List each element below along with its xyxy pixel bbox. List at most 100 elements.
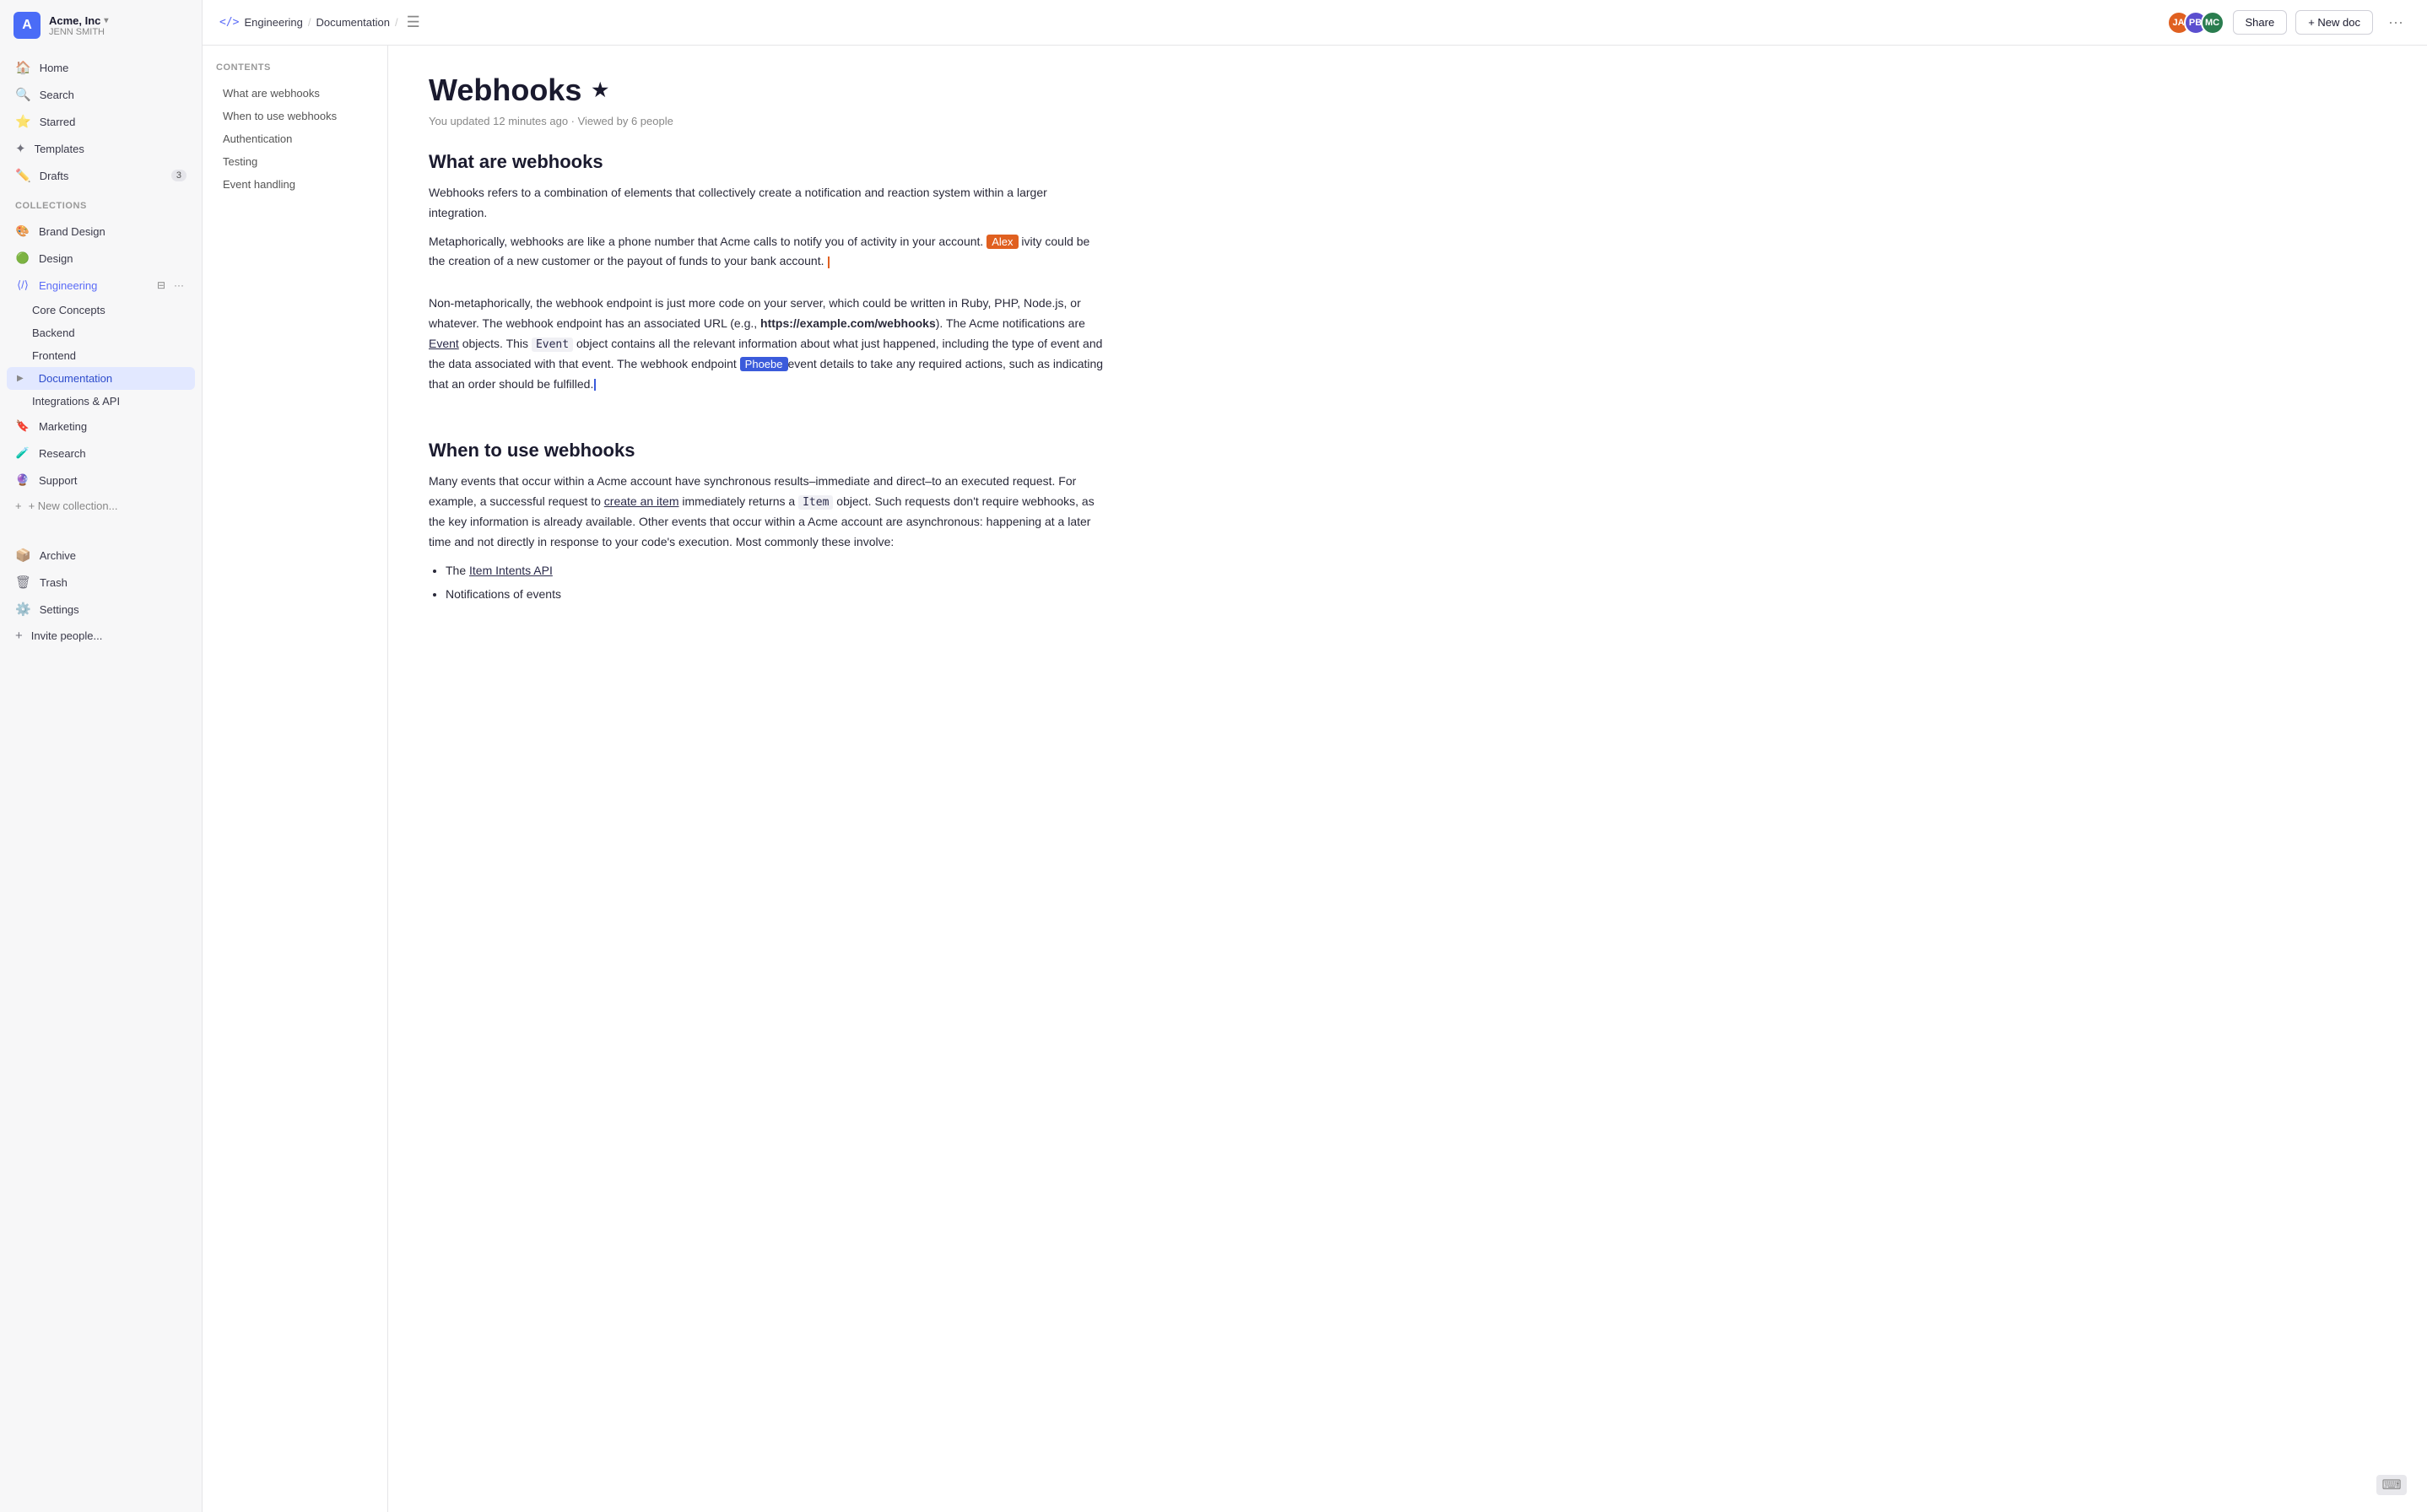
brand-design-icon: 🎨 xyxy=(15,224,30,239)
content-area: CONTENTS What are webhooks When to use w… xyxy=(203,46,2427,1512)
org-header[interactable]: A Acme, Inc ▾ JENN SMITH xyxy=(0,0,202,51)
article-content: Webhooks ★ You updated 12 minutes ago · … xyxy=(388,46,1148,1512)
sidebar-item-home[interactable]: 🏠 Home xyxy=(7,54,195,81)
sidebar-bottom: 📦 Archive 🗑 Trash ⚙️ Settings + Invite p… xyxy=(0,538,202,652)
table-of-contents: CONTENTS What are webhooks When to use w… xyxy=(203,46,388,1512)
highlight-alex: Alex xyxy=(986,235,1018,249)
new-collection-button[interactable]: + + New collection... xyxy=(7,494,195,518)
settings-icon: ⚙️ xyxy=(15,602,31,617)
toc-title: CONTENTS xyxy=(216,62,374,73)
home-icon: 🏠 xyxy=(15,60,31,75)
sidebar-item-invite[interactable]: + Invite people... xyxy=(7,623,195,649)
sidebar-item-label: Home xyxy=(40,62,69,74)
breadcrumb-engineering[interactable]: Engineering xyxy=(244,16,302,29)
sort-icon[interactable]: ⊟ xyxy=(154,278,168,293)
breadcrumb-menu-icon[interactable]: ☰ xyxy=(403,10,424,35)
new-collection-icon: + xyxy=(15,500,22,512)
chevron-down-icon: ▾ xyxy=(104,16,108,25)
paragraph-2: Metaphorically, webhooks are like a phon… xyxy=(429,232,1107,273)
toc-item-events[interactable]: Event handling xyxy=(216,174,374,195)
sidebar-item-label: Starred xyxy=(40,116,76,128)
org-name: Acme, Inc ▾ xyxy=(49,14,108,27)
engineering-breadcrumb-icon: </> xyxy=(219,16,239,29)
sidebar-item-integrations[interactable]: Integrations & API xyxy=(7,390,195,413)
core-concepts-label: Core Concepts xyxy=(32,304,105,316)
keyboard-icon[interactable]: ⌨ xyxy=(2376,1475,2407,1495)
avatar-3: MC xyxy=(2201,11,2224,35)
item-intents-link[interactable]: Item Intents API xyxy=(469,564,553,577)
sidebar-item-search[interactable]: 🔍 Search xyxy=(7,81,195,108)
drafts-badge: 3 xyxy=(171,170,186,181)
sidebar-item-settings[interactable]: ⚙️ Settings xyxy=(7,596,195,623)
sidebar-item-marketing[interactable]: 🔖 Marketing xyxy=(7,413,195,440)
invite-icon: + xyxy=(15,629,23,643)
sidebar: A Acme, Inc ▾ JENN SMITH 🏠 Home 🔍 Search… xyxy=(0,0,203,1512)
toc-item-auth[interactable]: Authentication xyxy=(216,128,374,149)
sidebar-item-backend[interactable]: Backend xyxy=(7,321,195,344)
toc-item-what[interactable]: What are webhooks xyxy=(216,83,374,104)
new-doc-button[interactable]: + New doc xyxy=(2295,10,2373,35)
sidebar-item-templates[interactable]: ✦ Templates xyxy=(7,135,195,162)
collection-label: Design xyxy=(39,252,73,265)
cursor-bar-blue xyxy=(594,379,596,391)
bullet-item-1: The Item Intents API xyxy=(446,561,1107,581)
sidebar-item-trash[interactable]: 🗑 Trash xyxy=(7,569,195,596)
more-icon[interactable]: ··· xyxy=(171,278,186,293)
sidebar-item-brand-design[interactable]: 🎨 Brand Design xyxy=(7,218,195,245)
collections-list: 🎨 Brand Design 🟢 Design ⟨/⟩ Engineering … xyxy=(0,214,202,521)
star-icon: ⭐ xyxy=(15,114,31,129)
sidebar-item-archive[interactable]: 📦 Archive xyxy=(7,542,195,569)
cursor-bar xyxy=(828,256,830,268)
sidebar-item-starred[interactable]: ⭐ Starred xyxy=(7,108,195,135)
more-options-icon[interactable]: ··· xyxy=(2381,10,2410,35)
design-icon: 🟢 xyxy=(15,251,30,266)
support-icon: 🔮 xyxy=(15,472,30,488)
documentation-label: Documentation xyxy=(39,372,112,385)
sidebar-item-core-concepts[interactable]: Core Concepts xyxy=(7,299,195,321)
toc-item-when[interactable]: When to use webhooks xyxy=(216,105,374,127)
star-bookmark-icon[interactable]: ★ xyxy=(592,79,608,101)
share-button[interactable]: Share xyxy=(2233,10,2288,35)
url-text: https://example.com/webhooks xyxy=(760,316,936,330)
sidebar-item-support[interactable]: 🔮 Support xyxy=(7,467,195,494)
sidebar-item-design[interactable]: 🟢 Design xyxy=(7,245,195,272)
expand-icon: ▶ xyxy=(17,374,24,383)
new-collection-label: + New collection... xyxy=(29,500,118,512)
article-title: Webhooks ★ xyxy=(429,73,1107,108)
paragraph-3: Non-metaphorically, the webhook endpoint… xyxy=(429,294,1107,394)
create-item-link[interactable]: create an item xyxy=(604,494,679,508)
section-what-title: What are webhooks xyxy=(429,151,1107,173)
topbar: </> Engineering / Documentation / ☰ JA P… xyxy=(203,0,2427,46)
article-meta: You updated 12 minutes ago · Viewed by 6… xyxy=(429,115,1107,127)
collaborator-avatars: JA PB MC xyxy=(2167,11,2224,35)
sidebar-item-engineering[interactable]: ⟨/⟩ Engineering ⊟ ··· xyxy=(7,272,195,299)
breadcrumb-sep-1: / xyxy=(308,16,311,29)
breadcrumb-documentation[interactable]: Documentation xyxy=(316,16,390,29)
sidebar-item-label: Trash xyxy=(40,576,68,589)
toc-item-testing[interactable]: Testing xyxy=(216,151,374,172)
breadcrumb-sep-2: / xyxy=(395,16,398,29)
event-code: Event xyxy=(532,338,573,352)
highlight-phoebe: Phoebe xyxy=(740,357,788,371)
marketing-icon: 🔖 xyxy=(15,418,30,434)
main: </> Engineering / Documentation / ☰ JA P… xyxy=(203,0,2427,1512)
sidebar-item-research[interactable]: 🧪 Research xyxy=(7,440,195,467)
sidebar-nav: 🏠 Home 🔍 Search ⭐ Starred ✦ Templates ✏️… xyxy=(0,51,202,192)
sidebar-item-label: Search xyxy=(40,89,74,101)
integrations-label: Integrations & API xyxy=(32,395,120,408)
sidebar-item-drafts[interactable]: ✏️ Drafts 3 xyxy=(7,162,195,189)
org-info: Acme, Inc ▾ JENN SMITH xyxy=(49,14,108,37)
search-icon: 🔍 xyxy=(15,87,31,102)
sidebar-item-documentation[interactable]: ▶ Documentation xyxy=(7,367,195,390)
templates-icon: ✦ xyxy=(15,141,26,156)
frontend-label: Frontend xyxy=(32,349,76,362)
collection-label: Support xyxy=(39,474,78,487)
sidebar-item-label: Settings xyxy=(40,603,79,616)
org-user: JENN SMITH xyxy=(49,27,108,37)
sidebar-item-frontend[interactable]: Frontend xyxy=(7,344,195,367)
archive-icon: 📦 xyxy=(15,548,31,563)
event-link[interactable]: Event xyxy=(429,337,459,350)
bullet-list: The Item Intents API Notifications of ev… xyxy=(446,561,1107,605)
drafts-icon: ✏️ xyxy=(15,168,31,183)
section-when-title: When to use webhooks xyxy=(429,440,1107,462)
